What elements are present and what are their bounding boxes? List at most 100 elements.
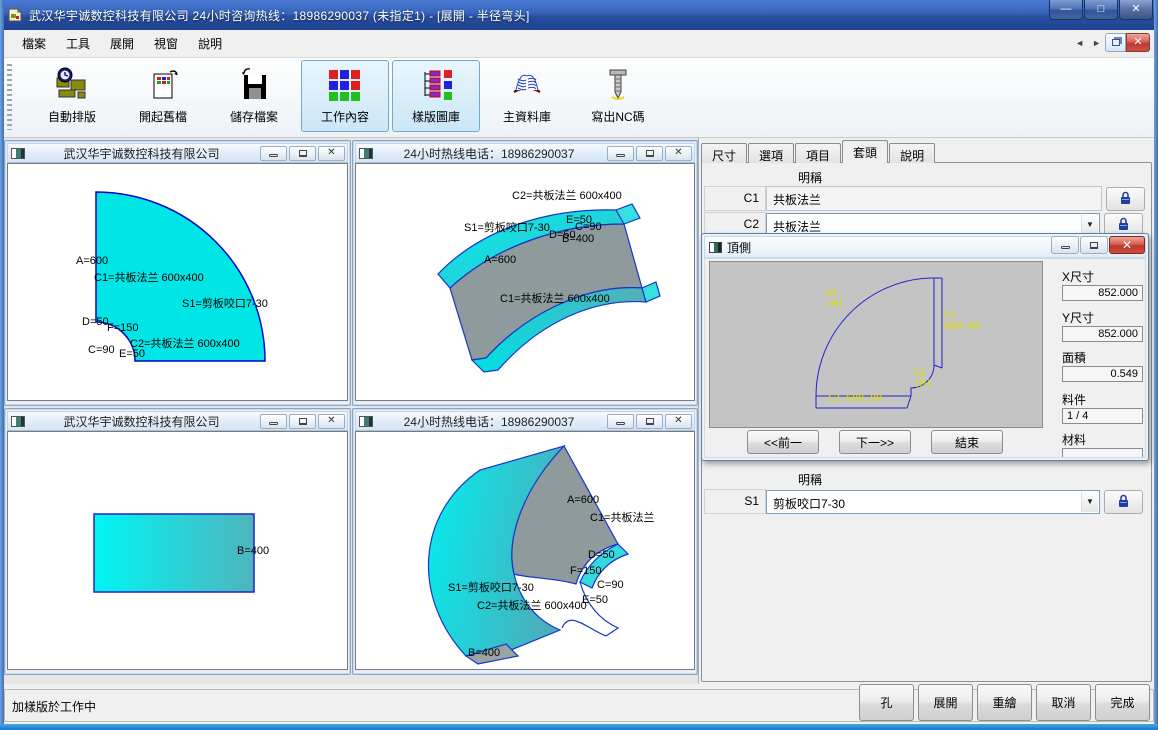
child-close-button[interactable]: ✕	[665, 146, 692, 161]
c1-lock-button[interactable]	[1106, 187, 1145, 211]
child-close-button[interactable]: ✕	[665, 414, 692, 429]
child-window-title: 24小时热线电话：18986290037	[373, 145, 605, 162]
toolbar-button-work-content[interactable]: 工作內容	[301, 60, 389, 132]
child-maximize-button[interactable]	[289, 414, 316, 429]
window-title: 武汉华宇诚数控科技有限公司 24小时咨询热线：18986290037 (未指定1…	[29, 7, 530, 24]
dimension-label: S1=剪板咬口7-30	[464, 222, 550, 234]
child-title-bar[interactable]: 24小时热线电话：18986290037 ✕	[355, 143, 695, 163]
window-minimize-button[interactable]: —	[1049, 0, 1083, 20]
toolbar-button-template-library[interactable]: 樣版圖庫	[392, 60, 480, 132]
child-window-icon	[359, 148, 373, 159]
child-close-button[interactable]: ✕	[318, 414, 345, 429]
chevron-down-icon[interactable]: ▼	[1081, 215, 1098, 235]
x-size-field[interactable]: 852.000	[1062, 285, 1143, 301]
child-close-button[interactable]: ✕	[318, 146, 345, 161]
area-field[interactable]: 0.549	[1062, 366, 1143, 382]
toolbar-grip[interactable]	[7, 64, 12, 130]
toolbar-button-write-nc[interactable]: 寫出NC碼	[574, 60, 662, 132]
menu-tools[interactable]: 工具	[56, 31, 100, 56]
child-window-rect-pattern[interactable]: 武汉华宇诚数控科技有限公司 ✕ B=400	[4, 408, 351, 675]
maximize-icon	[299, 150, 307, 157]
work-content-icon	[326, 66, 364, 104]
toolbar-button-save-file[interactable]: 儲存檔案	[210, 60, 298, 132]
child-window-3d-bottom[interactable]: 24小时热线电话：18986290037 ✕	[352, 408, 698, 675]
next-button[interactable]: 下一>>	[839, 430, 911, 454]
child-window-3d-top[interactable]: 24小时热线电话：18986290037 ✕	[352, 140, 698, 406]
drawing-canvas-rect[interactable]: B=400	[7, 431, 348, 670]
toolbar-button-auto-nest[interactable]: 自動排版	[28, 60, 116, 132]
hole-button[interactable]: 孔	[859, 684, 914, 721]
toolbar-label: 寫出NC碼	[591, 108, 644, 125]
dialog-title-bar[interactable]: 頂側 ✕	[704, 236, 1146, 258]
child-title-bar[interactable]: 武汉华宇诚数控科技有限公司 ✕	[7, 411, 348, 431]
mdi-restore-button[interactable]	[1105, 33, 1126, 52]
unfold-button[interactable]: 展開	[918, 684, 973, 721]
minimize-icon	[269, 422, 278, 425]
minimize-icon	[1061, 246, 1070, 249]
close-icon: ✕	[674, 416, 682, 426]
section-header: 明稱	[798, 471, 822, 488]
finish-button[interactable]: 完成	[1095, 684, 1150, 721]
maximize-icon	[646, 418, 654, 425]
window-border-bottom	[0, 724, 1158, 730]
end-button[interactable]: 結束	[931, 430, 1003, 454]
child-minimize-button[interactable]	[607, 414, 634, 429]
template-library-icon	[417, 66, 455, 104]
window-maximize-button[interactable]: □	[1084, 0, 1118, 20]
child-minimize-button[interactable]	[260, 414, 287, 429]
s1-lock-button[interactable]	[1104, 490, 1143, 514]
child-maximize-button[interactable]	[289, 146, 316, 161]
drawing-canvas-3d-b[interactable]: A=600C1=共板法兰D=50F=150C=90S1=剪板咬口7-30E=50…	[355, 431, 695, 670]
dialog-maximize-button[interactable]	[1080, 236, 1108, 254]
tab-items[interactable]: 項目	[795, 143, 841, 163]
toolbar-label: 開起舊檔	[139, 108, 187, 125]
dialog-close-button[interactable]: ✕	[1109, 236, 1145, 254]
previous-button[interactable]: <<前一	[747, 430, 819, 454]
child-maximize-button[interactable]	[636, 414, 663, 429]
tab-options[interactable]: 選項	[748, 143, 794, 163]
dimension-label: C2=共板法兰 600x400	[512, 190, 622, 202]
material-label: 材料	[1062, 431, 1086, 448]
child-title-bar[interactable]: 24小时热线电话：18986290037 ✕	[355, 411, 695, 431]
child-window-title: 24小时热线电话：18986290037	[373, 413, 605, 430]
menu-help[interactable]: 說明	[188, 31, 232, 56]
nav-back-icon[interactable]: ◄	[1071, 38, 1088, 48]
child-maximize-button[interactable]	[636, 146, 663, 161]
section-header: 明稱	[798, 169, 822, 186]
minimize-icon	[616, 422, 625, 425]
redraw-button[interactable]: 重繪	[977, 684, 1032, 721]
child-minimize-button[interactable]	[260, 146, 287, 161]
drawing-canvas-flat[interactable]: A=600C1=共板法兰 600x400S1=剪板咬口7-30D=50F=150…	[7, 163, 348, 401]
menu-unfold[interactable]: 展開	[100, 31, 144, 56]
cad-label: C1 600.00	[944, 310, 980, 332]
preview-dialog[interactable]: 頂側 ✕ S1 (M)C1 600.00S1	[701, 233, 1149, 461]
s1-combobox[interactable]: 剪板咬口7-30 ▼	[766, 490, 1100, 514]
dialog-icon	[709, 242, 722, 253]
chevron-down-icon[interactable]: ▼	[1081, 492, 1098, 512]
child-minimize-button[interactable]	[607, 146, 634, 161]
menu-file[interactable]: 檔案	[12, 31, 56, 56]
dialog-minimize-button[interactable]	[1051, 236, 1079, 254]
maximize-icon	[299, 418, 307, 425]
tab-description[interactable]: 說明	[889, 143, 935, 163]
nav-forward-icon[interactable]: ►	[1088, 38, 1105, 48]
mdi-close-button[interactable]: ✕	[1126, 33, 1150, 52]
toolbar-button-open-file[interactable]: 開起舊檔	[119, 60, 207, 132]
toolbar-button-main-database[interactable]: 主資料庫	[483, 60, 571, 132]
preview-canvas[interactable]: S1 (M)C1 600.00S1 (M)C2 600.00	[709, 261, 1043, 428]
tab-connector[interactable]: 套頭	[842, 140, 888, 163]
elbow-3d-drawing-b	[356, 432, 695, 670]
material-field[interactable]	[1062, 448, 1143, 458]
tab-size[interactable]: 尺寸	[701, 143, 747, 163]
c2-value: 共板法兰	[773, 220, 821, 234]
part-field[interactable]: 1 / 4	[1062, 408, 1143, 424]
child-window-title: 武汉华宇诚数控科技有限公司	[25, 145, 258, 162]
y-size-field[interactable]: 852.000	[1062, 326, 1143, 342]
dimension-label: E=50	[119, 348, 145, 360]
cancel-button[interactable]: 取消	[1036, 684, 1091, 721]
child-window-flat-pattern[interactable]: 武汉华宇诚数控科技有限公司 ✕ A=600C1=共板法兰 600x400S1=剪…	[4, 140, 351, 406]
drawing-canvas-3d-a[interactable]: C2=共板法兰 600x400E=50C=90S1=剪板咬口7-30D=50B=…	[355, 163, 695, 401]
window-close-button[interactable]: ✕	[1119, 0, 1153, 20]
menu-window[interactable]: 視窗	[144, 31, 188, 56]
child-title-bar[interactable]: 武汉华宇诚数控科技有限公司 ✕	[7, 143, 348, 163]
